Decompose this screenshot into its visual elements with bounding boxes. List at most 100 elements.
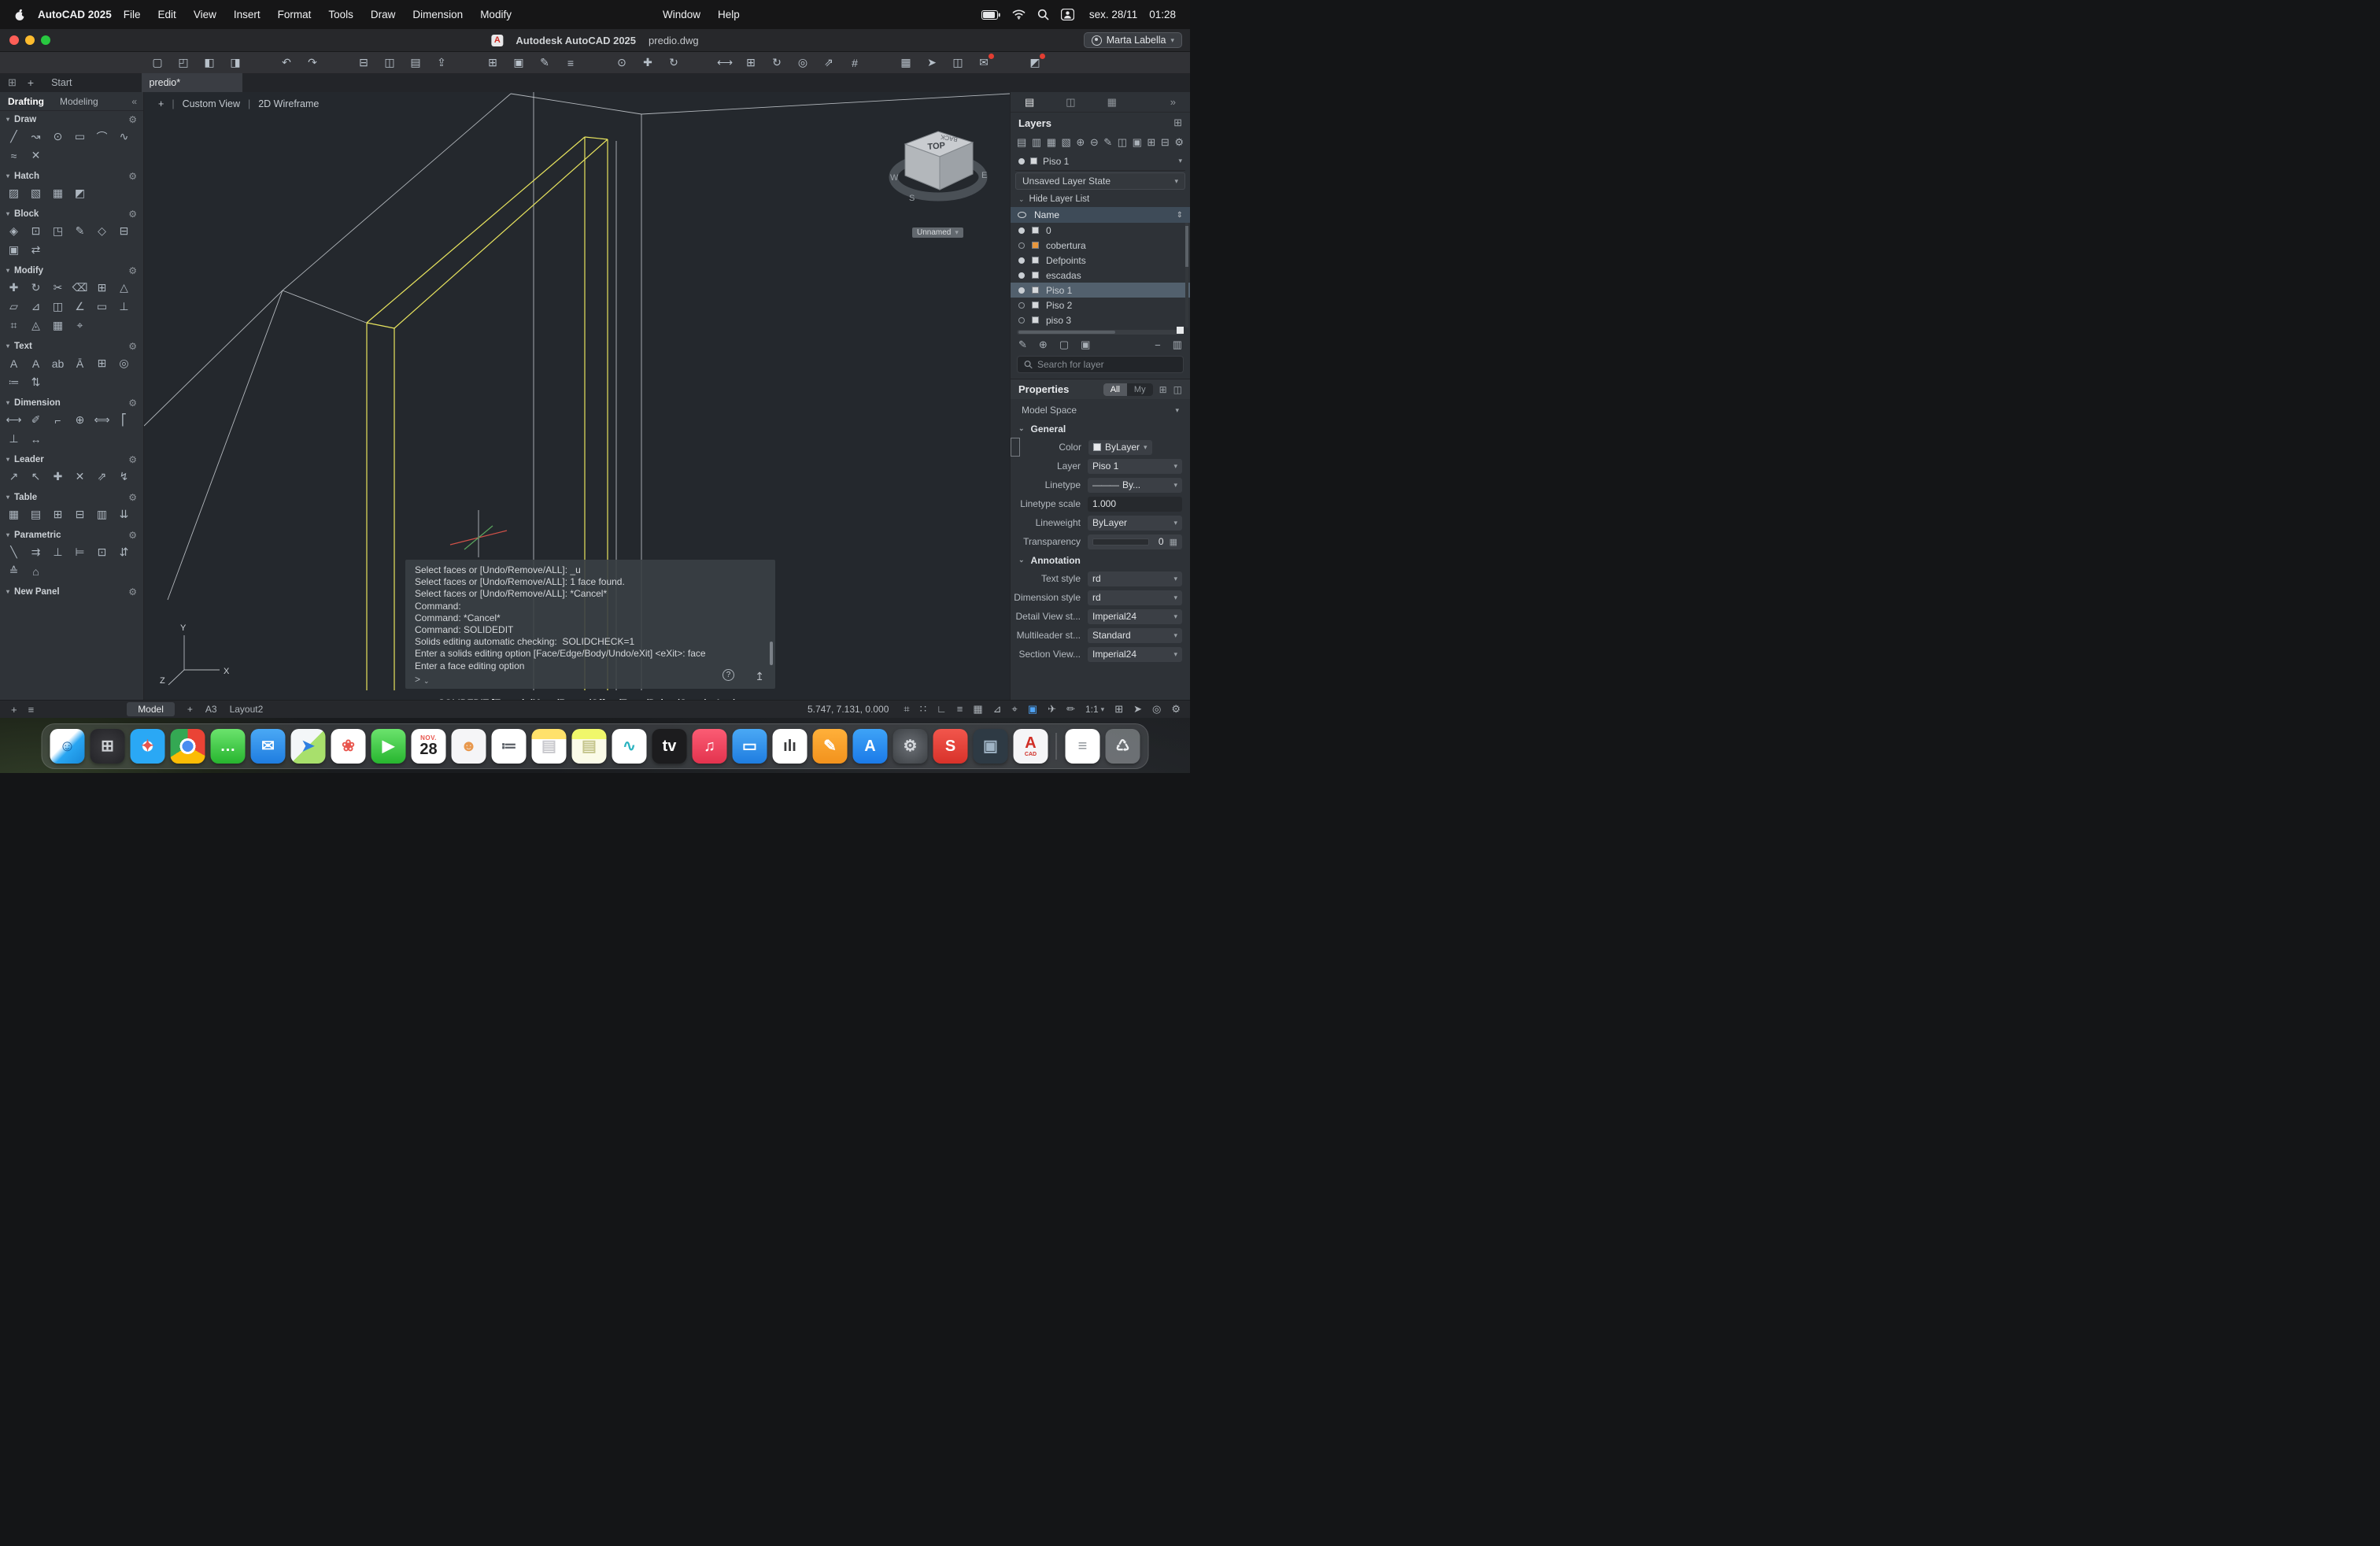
layer-status-icon[interactable] — [1018, 242, 1025, 249]
toolbar-icon[interactable]: ↻ — [666, 55, 682, 70]
palette-tool-icon[interactable]: ⊞ — [94, 279, 109, 296]
palette-tool-icon[interactable]: ⊟ — [116, 223, 131, 239]
palette-tool-icon[interactable]: ≙ — [6, 563, 21, 579]
remove-layer-icon[interactable]: − — [1155, 339, 1161, 351]
property-value-control[interactable]: ——— By... ▦ ▾ — [1088, 478, 1182, 493]
gear-icon[interactable]: ⚙ — [128, 586, 137, 597]
palette-tool-icon[interactable]: ╱ — [6, 128, 21, 145]
layer-search[interactable] — [1017, 356, 1184, 373]
status-toggle-icon[interactable]: ⊿ — [993, 703, 1002, 716]
layer-tool-icon[interactable]: ⚙ — [1174, 136, 1184, 149]
palette-tool-icon[interactable]: Ā — [72, 355, 87, 372]
property-value-control[interactable]: ——— 0 ▦ ▾ — [1088, 534, 1182, 549]
palette-tool-icon[interactable]: ≔ — [6, 374, 21, 390]
layer-row[interactable]: Defpoints — [1011, 253, 1190, 268]
sort-icon[interactable]: ⇕ — [1177, 211, 1183, 220]
command-window[interactable]: Select faces or [Undo/Remove/ALL]: _uSel… — [405, 560, 775, 689]
toolbar-icon[interactable]: ▢ — [150, 55, 165, 70]
status-toggle-icon[interactable]: ▣ — [1028, 703, 1037, 716]
transparency-slider[interactable] — [1092, 538, 1149, 546]
layer-status-icon[interactable] — [1018, 302, 1025, 309]
panel-dock-icon[interactable]: ◫ — [1173, 384, 1182, 395]
tab-overview-icon[interactable]: ⊞ — [8, 76, 17, 89]
layer-status-icon[interactable] — [1018, 257, 1025, 264]
new-layer-icon[interactable]: ⊕ — [1039, 338, 1048, 351]
dock-app-icon[interactable]: ∿ — [612, 729, 647, 764]
hide-layer-list-toggle[interactable]: ⌄ Hide Layer List — [1011, 191, 1190, 207]
minimize-button[interactable] — [25, 35, 35, 45]
palette-tool-icon[interactable]: A — [6, 355, 21, 372]
palette-tool-icon[interactable]: ↻ — [28, 279, 43, 296]
layer-tool-icon[interactable]: ▤ — [1017, 136, 1026, 149]
palette-tool-icon[interactable]: ⊥ — [50, 544, 65, 560]
user-switch-icon[interactable] — [1061, 9, 1074, 20]
tab-modeling[interactable]: Modeling — [52, 96, 106, 107]
layer-tool-icon[interactable]: ▧ — [1062, 136, 1071, 149]
command-scrollbar[interactable] — [770, 642, 773, 665]
gear-icon[interactable]: ⚙ — [128, 114, 137, 125]
palette-tool-icon[interactable]: ⌐ — [50, 412, 65, 428]
zoom-button[interactable] — [41, 35, 50, 45]
palette-tool-icon[interactable]: ▧ — [28, 185, 43, 202]
layer-state-dropdown[interactable]: Unsaved Layer State ▾ — [1015, 172, 1185, 190]
layer-list-scrollbar[interactable] — [1185, 223, 1188, 327]
status-toggle-icon[interactable]: ⌗ — [904, 703, 909, 716]
palette-tool-icon[interactable]: ▤ — [28, 506, 43, 523]
toolbar-icon[interactable]: ▦ — [898, 55, 914, 70]
new-tab-button[interactable]: + — [28, 76, 34, 89]
palette-tool-icon[interactable]: ▱ — [6, 298, 21, 315]
palette-tool-icon[interactable]: ⟷ — [6, 412, 21, 428]
layer-tool-icon[interactable]: ✎ — [1103, 136, 1112, 149]
ucs-unnamed-dropdown[interactable]: Unnamed ▾ — [912, 227, 963, 238]
apple-logo-icon[interactable] — [14, 9, 25, 21]
tab-active-document[interactable]: predio* — [142, 73, 242, 92]
status-tool-icon[interactable]: ⚙ — [1171, 703, 1181, 716]
account-chip[interactable]: Marta Labella ▾ — [1084, 32, 1182, 48]
palette-tool-icon[interactable]: ✚ — [50, 468, 65, 485]
palette-tool-icon[interactable]: ⊞ — [50, 506, 65, 523]
palette-tool-icon[interactable]: ⇊ — [116, 506, 131, 523]
layer-row[interactable]: escadas — [1011, 268, 1190, 283]
menubar-menu-item[interactable]: Window — [654, 9, 709, 20]
palette-tool-icon[interactable]: ✐ — [28, 412, 43, 428]
layer-tool-icon[interactable]: ⊖ — [1090, 136, 1099, 149]
filter-all-button[interactable]: All — [1103, 383, 1127, 396]
palette-tool-icon[interactable]: ✂ — [50, 279, 65, 296]
menubar-menu-item[interactable]: File — [115, 9, 150, 20]
menubar-app-name[interactable]: AutoCAD 2025 — [38, 9, 112, 20]
layer-color-swatch[interactable] — [1032, 242, 1039, 249]
dock-app-icon[interactable] — [171, 729, 205, 764]
dock-app-icon[interactable]: ▣ — [974, 729, 1008, 764]
layer-list-header[interactable]: Name ⇕ — [1011, 207, 1190, 223]
gear-icon[interactable]: ⚙ — [128, 341, 137, 352]
palette-tool-icon[interactable]: ↗ — [6, 468, 21, 485]
annotation-scale-control[interactable]: 1:1 ▾ — [1085, 704, 1104, 715]
status-toggle-icon[interactable]: ▦ — [973, 703, 982, 716]
dock-app-icon[interactable]: ☺ — [50, 729, 85, 764]
space-selector[interactable]: Model Space ▾ — [1015, 401, 1185, 420]
dock-app-icon[interactable]: ☻ — [452, 729, 486, 764]
sheet-set-panel-tab[interactable]: ▦ — [1107, 96, 1117, 109]
menubar-menu-item[interactable]: Modify — [471, 9, 520, 20]
property-value-control[interactable]: ——— Imperial24 ▦ ▾ — [1088, 647, 1182, 662]
layer-status-icon[interactable] — [1018, 272, 1025, 279]
palette-tool-icon[interactable]: ab — [50, 355, 65, 372]
palette-section-header[interactable]: ▾ Table ⚙ — [0, 489, 143, 505]
toolbar-icon[interactable]: ◫ — [950, 55, 966, 70]
toolbar-icon[interactable]: ◫ — [382, 55, 397, 70]
menubar-menu-item[interactable]: Draw — [362, 9, 405, 20]
palette-tool-icon[interactable]: ▭ — [72, 128, 87, 145]
palette-tool-icon[interactable]: ◈ — [6, 223, 21, 239]
dock-app-icon[interactable]: ♫ — [693, 729, 727, 764]
dock-app-icon[interactable]: ✉ — [251, 729, 286, 764]
palette-tool-icon[interactable]: ⟺ — [94, 412, 109, 428]
palette-tool-icon[interactable]: ⊟ — [72, 506, 87, 523]
toolbar-icon[interactable]: ◎ — [795, 55, 811, 70]
palette-tool-icon[interactable]: ⇅ — [28, 374, 43, 390]
palette-tool-icon[interactable]: ✕ — [28, 147, 43, 164]
palette-section-header[interactable]: ▾ Modify ⚙ — [0, 262, 143, 279]
gear-icon[interactable]: ⚙ — [128, 209, 137, 220]
tab-drafting[interactable]: Drafting — [0, 96, 52, 107]
palette-tool-icon[interactable]: ◎ — [116, 355, 131, 372]
dock-app-icon[interactable]: ılı — [773, 729, 808, 764]
